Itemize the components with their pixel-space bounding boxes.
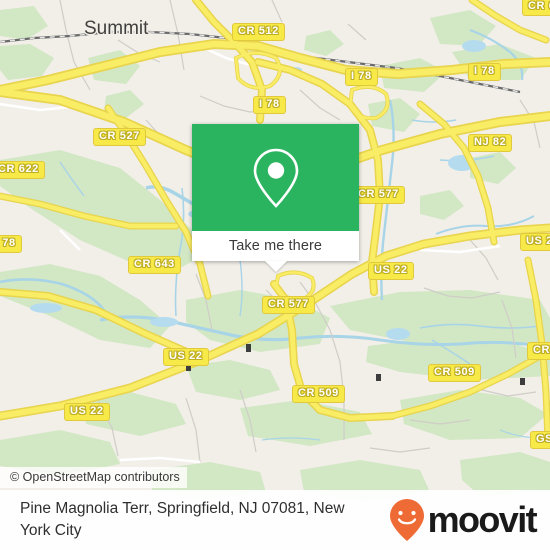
- popup-pointer-tail: [264, 261, 287, 272]
- road-shield: CR 577: [352, 186, 405, 204]
- moovit-logo[interactable]: moovit: [387, 497, 538, 543]
- take-me-there-button[interactable]: Take me there: [229, 238, 322, 254]
- road-shield: US 22: [520, 233, 550, 251]
- map-canvas[interactable]: Summit CR 512 I 78 I 78 I 78 CR 527 NJ 8…: [0, 0, 550, 550]
- road-shield: US 22: [64, 403, 110, 421]
- location-popup-card[interactable]: Take me there: [192, 124, 359, 272]
- road-shield: CR: [527, 342, 550, 360]
- road-shield: CR 643: [128, 256, 181, 274]
- map-screen: Summit CR 512 I 78 I 78 I 78 CR 527 NJ 8…: [0, 0, 550, 550]
- popup-action-row[interactable]: Take me there: [192, 231, 359, 261]
- footer-bar: Pine Magnolia Terr, Springfield, NJ 0708…: [0, 490, 550, 550]
- moovit-pin-smiley-icon: [389, 499, 424, 541]
- popup-header: [192, 124, 359, 231]
- road-shield: CR 527: [93, 128, 146, 146]
- road-shield: US 22: [163, 348, 209, 366]
- road-shield: I 78: [253, 96, 286, 114]
- road-shield: NJ 82: [468, 134, 513, 152]
- road-shield: GS: [530, 431, 550, 449]
- road-shield: CR 512: [232, 23, 285, 41]
- road-shield: CR 6: [522, 0, 550, 16]
- osm-attribution[interactable]: © OpenStreetMap contributors: [0, 467, 187, 488]
- road-shield: CR 622: [0, 161, 45, 179]
- address-label: Pine Magnolia Terr, Springfield, NJ 0708…: [20, 500, 345, 539]
- road-shield: CR 577: [262, 296, 315, 314]
- road-shield: CR 509: [292, 385, 345, 403]
- place-label-summit: Summit: [84, 18, 149, 39]
- road-shield: I 78: [0, 235, 22, 253]
- road-shield: CR 509: [428, 364, 481, 382]
- moovit-wordmark: moovit: [427, 499, 538, 540]
- road-shield: I 78: [345, 68, 378, 86]
- road-shield: US 22: [368, 262, 414, 280]
- map-pin-icon: [253, 148, 298, 208]
- road-shield: I 78: [468, 63, 501, 81]
